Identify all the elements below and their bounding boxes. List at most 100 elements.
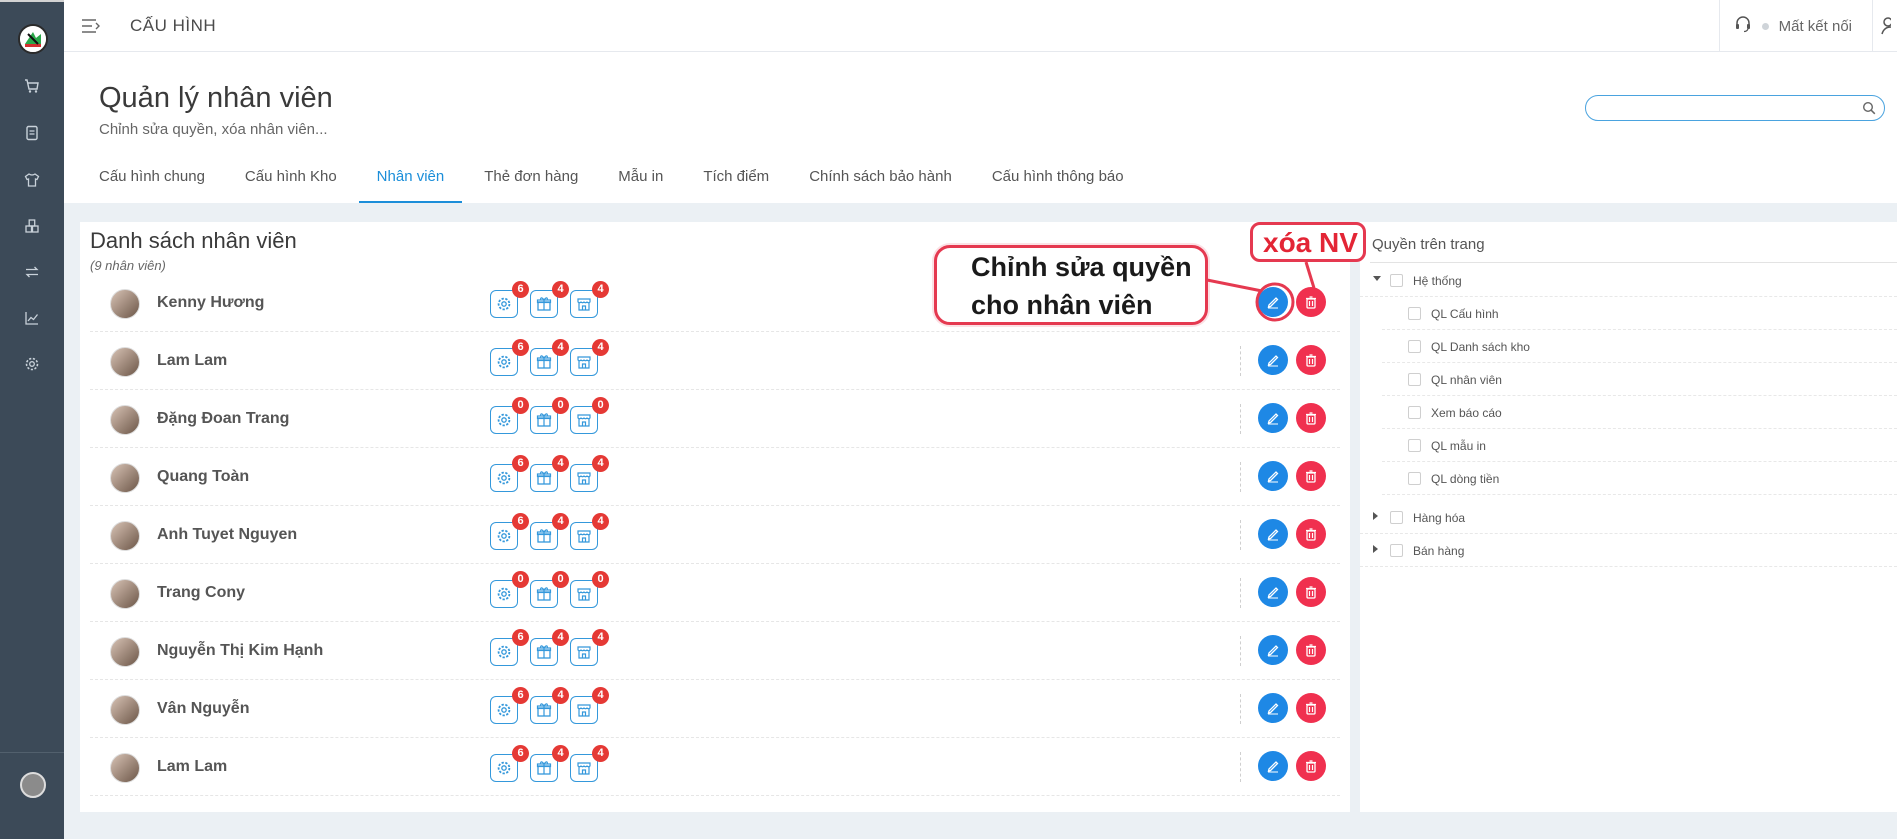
settings-icon[interactable]: 0 xyxy=(490,397,529,434)
connection-status[interactable]: Mất kết nối xyxy=(1720,15,1872,37)
caret-down-icon[interactable] xyxy=(1373,276,1381,281)
employee-name: Trang Cony xyxy=(157,584,246,601)
tree-checkbox[interactable] xyxy=(1408,373,1421,386)
employee-avatar xyxy=(110,347,140,377)
tree-node-ql-cau-hinh: QL Cấu hình xyxy=(1382,297,1897,330)
delete-employee-button[interactable] xyxy=(1296,519,1326,549)
gift-icon[interactable]: 4 xyxy=(530,455,569,492)
tree-checkbox[interactable] xyxy=(1408,472,1421,485)
cart-icon[interactable] xyxy=(22,76,42,96)
gift-icon[interactable]: 0 xyxy=(530,397,569,434)
count-badge: 4 xyxy=(552,339,569,356)
tree-checkbox[interactable] xyxy=(1390,544,1403,557)
tab-warranty-policy[interactable]: Chính sách bảo hành xyxy=(809,163,952,200)
store-icon[interactable]: 0 xyxy=(570,571,609,608)
settings-icon[interactable] xyxy=(22,354,42,374)
tree-checkbox[interactable] xyxy=(1408,307,1421,320)
edit-employee-button[interactable] xyxy=(1258,751,1288,781)
delete-employee-button[interactable] xyxy=(1296,693,1326,723)
edit-employee-button[interactable] xyxy=(1258,635,1288,665)
user-menu-icon[interactable] xyxy=(1873,0,1897,52)
connection-status-label: Mất kết nối xyxy=(1778,17,1852,35)
tab-general-config[interactable]: Cấu hình chung xyxy=(99,163,205,200)
employee-avatar xyxy=(110,579,140,609)
settings-icon[interactable]: 6 xyxy=(490,513,529,550)
settings-icon[interactable]: 6 xyxy=(490,745,529,782)
pencil-icon xyxy=(1267,413,1279,425)
store-icon[interactable]: 0 xyxy=(570,397,609,434)
delete-employee-button[interactable] xyxy=(1296,345,1326,375)
tab-loyalty-points[interactable]: Tích điểm xyxy=(703,163,769,200)
store-icon[interactable]: 4 xyxy=(570,745,609,782)
settings-icon[interactable]: 6 xyxy=(490,339,529,376)
tree-checkbox[interactable] xyxy=(1408,340,1421,353)
search-input[interactable] xyxy=(1596,98,1856,118)
gift-icon[interactable]: 0 xyxy=(530,571,569,608)
edit-employee-button[interactable] xyxy=(1258,461,1288,491)
tree-checkbox[interactable] xyxy=(1390,274,1403,287)
status-dot xyxy=(1761,22,1769,30)
section-title: CẤU HÌNH xyxy=(130,16,217,35)
count-badge: 0 xyxy=(512,571,529,588)
trash-icon xyxy=(1306,586,1316,599)
edit-employee-button[interactable] xyxy=(1258,403,1288,433)
settings-icon[interactable]: 0 xyxy=(490,571,529,608)
edit-employee-button[interactable] xyxy=(1258,345,1288,375)
settings-icon[interactable]: 6 xyxy=(490,687,529,724)
tab-warehouse-config[interactable]: Cấu hình Kho xyxy=(245,163,337,200)
tree-checkbox[interactable] xyxy=(1408,439,1421,452)
store-icon[interactable]: 4 xyxy=(570,281,609,318)
tree-checkbox[interactable] xyxy=(1390,511,1403,524)
tree-checkbox[interactable] xyxy=(1408,406,1421,419)
row-divider xyxy=(1240,694,1241,724)
delete-employee-button[interactable] xyxy=(1296,287,1326,317)
boxes-icon[interactable] xyxy=(22,216,42,236)
top-bar: CẤU HÌNH Mất kết nối xyxy=(64,0,1897,52)
store-icon[interactable]: 4 xyxy=(570,339,609,376)
store-icon[interactable]: 4 xyxy=(570,513,609,550)
caret-right-icon[interactable] xyxy=(1373,512,1378,520)
gift-icon[interactable]: 4 xyxy=(530,281,569,318)
delete-employee-button[interactable] xyxy=(1296,461,1326,491)
topbar-actions: Mất kết nối xyxy=(1718,0,1897,52)
transfer-icon[interactable] xyxy=(22,262,42,282)
edit-employee-button[interactable] xyxy=(1258,519,1288,549)
gift-icon[interactable]: 4 xyxy=(530,339,569,376)
tree-label: Hàng hóa xyxy=(1413,511,1466,525)
caret-right-icon[interactable] xyxy=(1373,545,1378,553)
edit-employee-button[interactable] xyxy=(1258,287,1288,317)
user-avatar[interactable] xyxy=(20,772,46,798)
employee-avatar xyxy=(110,289,140,319)
store-icon[interactable]: 4 xyxy=(570,687,609,724)
delete-employee-annotation: xóa NV xyxy=(1250,222,1366,262)
delete-employee-button[interactable] xyxy=(1296,577,1326,607)
table-row: Trang Cony 0 0 0 xyxy=(90,564,1340,622)
edit-employee-button[interactable] xyxy=(1258,693,1288,723)
store-icon[interactable]: 4 xyxy=(570,455,609,492)
gift-icon[interactable]: 4 xyxy=(530,745,569,782)
tab-order-tags[interactable]: Thẻ đơn hàng xyxy=(484,163,578,200)
store-icon[interactable]: 4 xyxy=(570,629,609,666)
gift-icon[interactable]: 4 xyxy=(530,629,569,666)
page-title: Quản lý nhân viên xyxy=(99,82,333,114)
settings-icon[interactable]: 6 xyxy=(490,455,529,492)
edit-employee-button[interactable] xyxy=(1258,577,1288,607)
settings-icon[interactable]: 6 xyxy=(490,281,529,318)
delete-employee-button[interactable] xyxy=(1296,635,1326,665)
delete-employee-button[interactable] xyxy=(1296,403,1326,433)
gift-icon[interactable]: 4 xyxy=(530,513,569,550)
tab-employees[interactable]: Nhân viên xyxy=(358,163,462,203)
document-icon[interactable] xyxy=(22,123,42,143)
app-logo[interactable] xyxy=(18,24,48,54)
tree-label: QL mẫu in xyxy=(1431,439,1486,453)
delete-employee-button[interactable] xyxy=(1296,751,1326,781)
search-icon[interactable] xyxy=(1862,101,1876,115)
shirt-icon[interactable] xyxy=(22,170,42,190)
row-divider xyxy=(1240,752,1241,782)
tab-notification-config[interactable]: Cấu hình thông báo xyxy=(992,163,1124,200)
tab-print-templates[interactable]: Mẫu in xyxy=(618,163,663,200)
gift-icon[interactable]: 4 xyxy=(530,687,569,724)
settings-icon[interactable]: 6 xyxy=(490,629,529,666)
chart-icon[interactable] xyxy=(22,308,42,328)
menu-toggle-icon[interactable] xyxy=(80,16,102,36)
